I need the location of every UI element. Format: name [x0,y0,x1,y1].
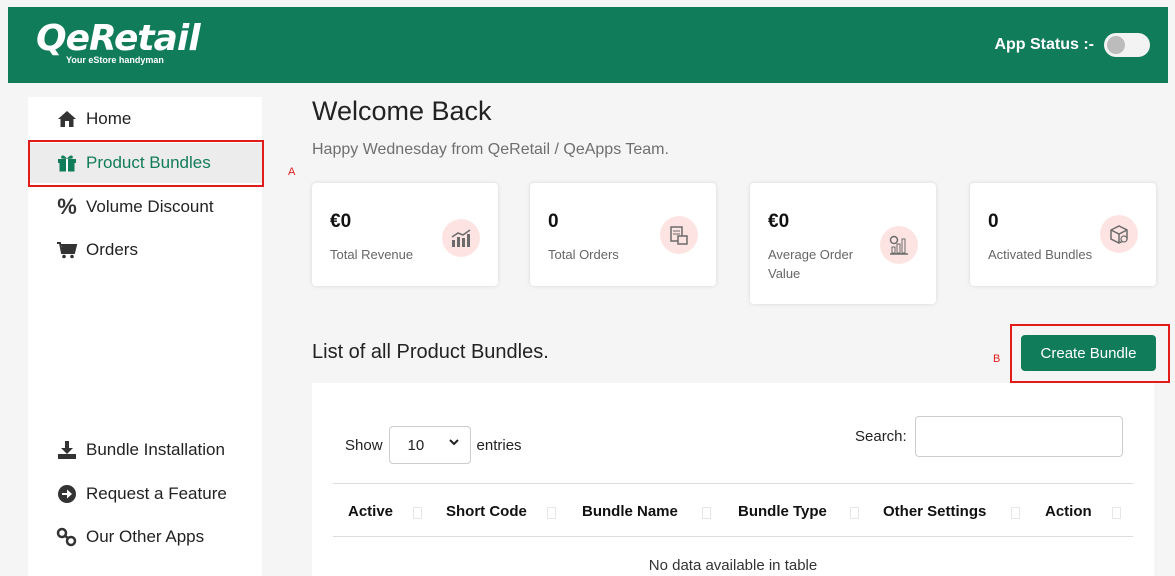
stat-card-total-orders: 0 Total Orders [530,183,716,286]
logo-text: QeRetail [36,18,201,59]
annotation-label-a: A [288,166,296,178]
percent-icon: % [57,194,77,219]
sidebar-item-label: Request a Feature [86,484,227,503]
column-header-bundle-type[interactable]: Bundle Type [738,503,827,520]
home-icon [54,110,80,128]
app-logo[interactable]: QeRetail Your eStore handyman [36,18,201,66]
revenue-chart-icon [442,219,480,257]
stat-value: 0 [988,211,999,232]
app-status-label: App Status :- [994,36,1094,53]
stat-value: 0 [548,211,559,232]
entries-label: entries [476,436,522,454]
sidebar-item-label: Volume Discount [86,197,214,216]
sidebar-item-volume-discount[interactable]: % Volume Discount [28,187,262,227]
stat-card-average-order-value: €0 Average Order Value [750,183,936,304]
toggle-knob [1107,36,1125,54]
stat-card-total-revenue: €0 Total Revenue [312,183,498,286]
cart-icon [54,241,80,259]
column-header-short-code[interactable]: Short Code [446,503,527,520]
page-title: Welcome Back [312,96,492,126]
sidebar-item-label: Orders [86,240,138,259]
entries-length-control: Show 10 entries [345,426,522,464]
sort-icon [1011,507,1020,519]
sidebar-item-label: Bundle Installation [86,440,225,459]
sidebar-item-label: Our Other Apps [86,527,205,546]
entries-select[interactable]: 10 [388,426,471,464]
greeting-text: Happy Wednesday from QeRetail / QeApps T… [312,141,669,158]
entries-value: 10 [407,436,425,454]
show-label: Show [345,436,383,454]
chevron-down-icon [448,436,460,451]
stat-label: Total Orders [548,247,619,262]
empty-table-message: No data available in table [648,557,818,574]
bundle-list-title: List of all Product Bundles. [312,341,549,363]
sidebar-item-request-feature[interactable]: Request a Feature [28,474,262,514]
bundle-box-icon [1100,215,1138,253]
annotation-label-b: B [993,353,1001,365]
stat-value: €0 [330,211,352,232]
search-input[interactable] [915,416,1123,457]
sidebar-item-label: Home [86,109,132,128]
sidebar-item-home[interactable]: Home [28,99,262,139]
sort-icon [413,507,422,519]
sort-icon [547,507,556,519]
column-header-bundle-name[interactable]: Bundle Name [582,503,678,520]
stat-label: Activated Bundles [988,247,1093,262]
sort-icon [850,507,859,519]
bundle-table-panel [312,383,1154,576]
search-label: Search: [855,428,907,445]
link-icon [54,527,80,547]
column-header-action[interactable]: Action [1045,503,1092,520]
sort-icon [1112,507,1121,519]
app-status-toggle[interactable] [1104,33,1150,57]
orders-box-icon [660,216,698,254]
column-header-active[interactable]: Active [348,503,393,520]
table-header: Active Short Code Bundle Name Bundle Typ… [333,483,1133,537]
stat-label: Average Order Value [768,247,854,281]
stat-card-activated-bundles: 0 Activated Bundles [970,183,1156,286]
bar-chart-icon [880,226,918,264]
create-bundle-button[interactable]: Create Bundle [1021,335,1156,371]
app-status: App Status :- [994,33,1150,57]
stat-label: Total Revenue [330,247,414,262]
arrow-circle-icon [54,484,80,504]
sidebar-item-orders[interactable]: Orders [28,230,262,270]
annotation-box-a [28,140,264,187]
sidebar-item-other-apps[interactable]: Our Other Apps [28,517,262,557]
download-icon [54,440,80,460]
stat-value: €0 [768,211,790,232]
sidebar-item-bundle-installation[interactable]: Bundle Installation [28,430,262,470]
top-header: QeRetail Your eStore handyman App Status… [8,7,1168,83]
sort-icon [702,507,711,519]
column-header-other-settings[interactable]: Other Settings [883,503,986,520]
